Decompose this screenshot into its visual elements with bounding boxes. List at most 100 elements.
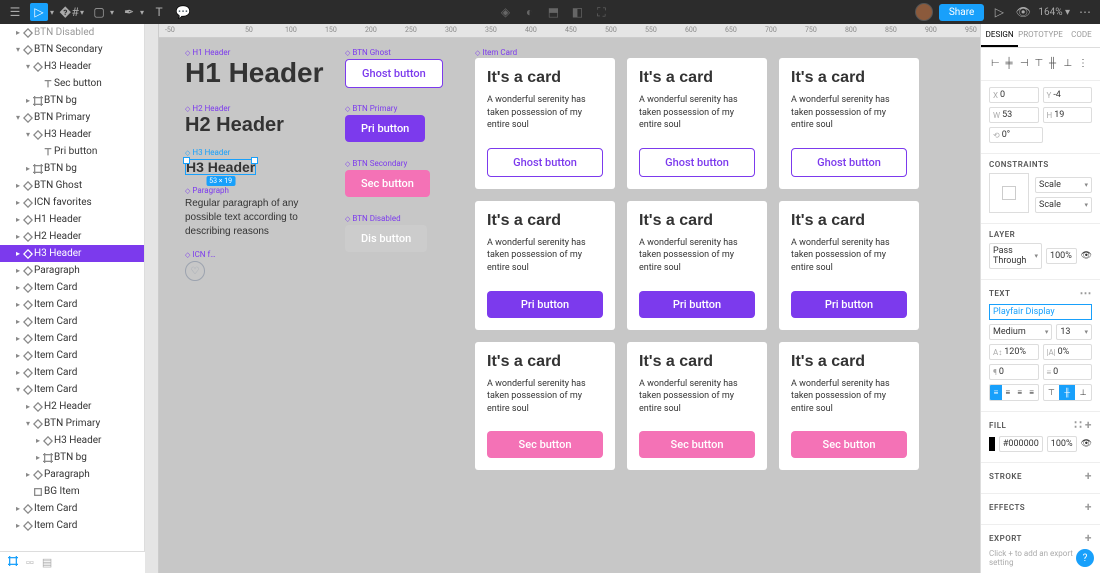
move-tool-icon[interactable]: ▷	[30, 3, 48, 21]
frame-label[interactable]: H3 Header	[185, 148, 256, 157]
pri-button[interactable]: Pri button	[487, 291, 603, 318]
sec-button[interactable]: Sec button	[791, 431, 907, 458]
fill-opacity[interactable]: 100%	[1047, 436, 1077, 452]
text-align-v[interactable]: ⊤╫⊥	[1043, 384, 1093, 401]
paragraph-indent[interactable]: ¶0	[989, 364, 1039, 380]
item-card[interactable]: It's a cardA wonderful serenity has take…	[627, 58, 767, 189]
x-field[interactable]: X0	[989, 87, 1039, 103]
frame-label[interactable]: BTN Disabled	[345, 214, 427, 223]
font-family-input[interactable]	[989, 304, 1092, 320]
disabled-button[interactable]: Dis button	[345, 225, 427, 252]
align-right-icon[interactable]: ⊣	[1020, 58, 1032, 70]
align-hcenter-icon[interactable]: ╪	[1006, 58, 1018, 70]
ghost-button[interactable]: Ghost button	[791, 148, 907, 177]
layer-row[interactable]: ▸H2 Header	[0, 398, 144, 415]
frame-label[interactable]: BTN Ghost	[345, 48, 443, 57]
layer-row[interactable]: ▸BTN bg	[0, 92, 144, 109]
layer-row[interactable]: ▸H2 Header	[0, 228, 144, 245]
layer-row[interactable]: ▸H3 Header	[0, 432, 144, 449]
view-icon[interactable]: 👁	[1014, 3, 1032, 21]
crop-icon[interactable]: ⛶	[592, 3, 610, 21]
pen-tool-icon[interactable]: ✒	[120, 3, 138, 21]
export-add-icon[interactable]: +	[1085, 531, 1092, 545]
tab-code[interactable]: CODE	[1063, 24, 1100, 47]
constraint-h[interactable]: Scale▾	[1035, 177, 1092, 193]
sec-button[interactable]: Sec button	[639, 431, 755, 458]
layer-row[interactable]: ▸ICN favorites	[0, 194, 144, 211]
font-size[interactable]: 13▾	[1056, 324, 1092, 340]
fill-swatch[interactable]	[989, 437, 995, 451]
align-left-icon[interactable]: ⊢	[991, 58, 1003, 70]
align-vcenter-icon[interactable]: ╫	[1049, 58, 1061, 70]
shape-tool-icon[interactable]: ▢	[90, 3, 108, 21]
font-weight[interactable]: Medium▾	[989, 324, 1052, 340]
item-card[interactable]: It's a cardA wonderful serenity has take…	[779, 58, 919, 189]
constraint-v[interactable]: Scale▾	[1035, 197, 1092, 213]
layer-row[interactable]: ▸Item Card	[0, 279, 144, 296]
heart-icon[interactable]: ♡	[185, 261, 205, 281]
layer-row[interactable]: ▸BTN bg	[0, 160, 144, 177]
h1-text[interactable]: H1 Header	[185, 59, 324, 87]
book-icon[interactable]: ▤	[42, 556, 52, 569]
layer-row[interactable]: ▾BTN Primary	[0, 109, 144, 126]
frame-label[interactable]: Paragraph	[185, 186, 315, 195]
paragraph-spacing[interactable]: ≡0	[1043, 364, 1093, 380]
h2-text[interactable]: H2 Header	[185, 115, 284, 135]
text-more-icon[interactable]: ⋯	[1080, 286, 1093, 300]
layer-row[interactable]: ▸Item Card	[0, 364, 144, 381]
visibility-icon[interactable]: 👁	[1081, 251, 1092, 261]
layer-row[interactable]: ▾H3 Header	[0, 126, 144, 143]
layer-row[interactable]: ▸Item Card	[0, 330, 144, 347]
item-card[interactable]: It's a cardA wonderful serenity has take…	[779, 201, 919, 330]
layer-row[interactable]: ▸H3 Header	[0, 245, 144, 262]
h-field[interactable]: H19	[1043, 107, 1093, 123]
paragraph-text[interactable]: Regular paragraph of any possible text a…	[185, 197, 315, 239]
comment-tool-icon[interactable]: 💬	[174, 3, 192, 21]
frame-label[interactable]: BTN Secondary	[345, 159, 430, 168]
layer-opacity[interactable]: 100%	[1046, 248, 1077, 264]
align-bottom-icon[interactable]: ⊥	[1064, 58, 1076, 70]
boolean-icon[interactable]: ◧	[568, 3, 586, 21]
share-button[interactable]: Share	[939, 4, 984, 21]
fill-add-icon[interactable]: +	[1085, 418, 1092, 432]
rotation-field[interactable]: ⟲0°	[989, 127, 1043, 143]
union-icon[interactable]: ⬒	[544, 3, 562, 21]
fill-style-icon[interactable]: ∷	[1074, 418, 1082, 432]
text-tool-icon[interactable]: T	[150, 3, 168, 21]
layer-row[interactable]: ▸Item Card	[0, 296, 144, 313]
layer-row[interactable]: ▸BTN Disabled	[0, 24, 144, 41]
component-icon[interactable]: ◈	[496, 3, 514, 21]
align-top-icon[interactable]: ⊤	[1035, 58, 1047, 70]
item-card[interactable]: It's a cardA wonderful serenity has take…	[475, 58, 615, 189]
frame-label[interactable]: H2 Header	[185, 104, 284, 113]
ghost-button[interactable]: Ghost button	[487, 148, 603, 177]
fill-hex[interactable]: #000000	[999, 436, 1043, 452]
effects-add-icon[interactable]: +	[1085, 500, 1092, 514]
item-card[interactable]: It's a cardA wonderful serenity has take…	[779, 342, 919, 471]
layer-row[interactable]: ▸BTN bg	[0, 449, 144, 466]
canvas[interactable]: -505010015020025030035040045050055060065…	[145, 24, 980, 573]
layer-row[interactable]: ▸BTN Ghost	[0, 177, 144, 194]
sec-button[interactable]: Sec button	[487, 431, 603, 458]
layer-row[interactable]: ▸Paragraph	[0, 466, 144, 483]
stroke-add-icon[interactable]: +	[1085, 469, 1092, 483]
letter-spacing[interactable]: |A|0%	[1043, 344, 1093, 360]
layer-row[interactable]: ▸Item Card	[0, 517, 144, 534]
distribute-icon[interactable]: ⋮	[1078, 58, 1090, 70]
zoom-level[interactable]: 164% ▾	[1038, 7, 1070, 18]
pri-button[interactable]: Pri button	[639, 291, 755, 318]
h3-text-selected[interactable]: H3 Header	[186, 160, 255, 174]
page-icon[interactable]	[8, 556, 18, 569]
text-align-h[interactable]: ≡≡≡≡	[989, 384, 1039, 401]
frame-label[interactable]: BTN Primary	[345, 104, 425, 113]
line-height[interactable]: A↕120%	[989, 344, 1039, 360]
item-card[interactable]: It's a cardA wonderful serenity has take…	[475, 201, 615, 330]
layer-row[interactable]: ▾Item Card	[0, 381, 144, 398]
layer-row[interactable]: ▾BTN Primary	[0, 415, 144, 432]
present-icon[interactable]: ▷	[990, 3, 1008, 21]
mask-icon[interactable]: ◐	[520, 3, 538, 21]
item-card[interactable]: It's a cardA wonderful serenity has take…	[627, 201, 767, 330]
layer-row[interactable]: ▸H1 Header	[0, 211, 144, 228]
y-field[interactable]: Y-4	[1043, 87, 1093, 103]
fill-visibility-icon[interactable]: 👁	[1081, 439, 1092, 449]
